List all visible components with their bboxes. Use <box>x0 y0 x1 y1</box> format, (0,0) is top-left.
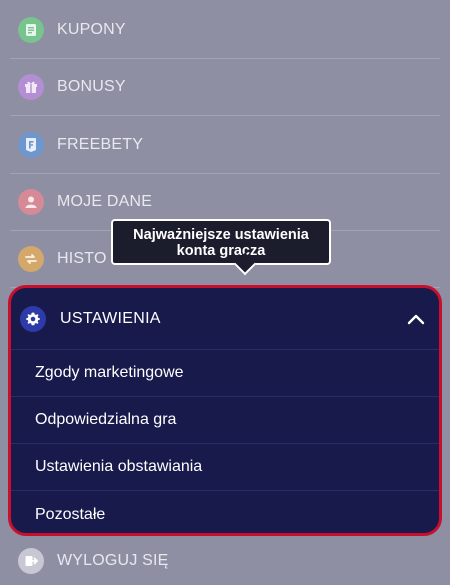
menu-item-freebety[interactable]: FREEBETY <box>10 117 440 174</box>
logout-icon <box>18 547 44 574</box>
settings-item-pozostale[interactable]: Pozostałe <box>11 491 439 533</box>
menu-item-logout[interactable]: WYLOGUJ SIĘ <box>10 532 440 585</box>
gift-icon <box>18 74 44 100</box>
settings-panel: USTAWIENIA Zgody marketingowe Odpowiedzi… <box>8 285 442 536</box>
menu-item-label: BONUSY <box>57 78 126 95</box>
menu-item-label: MOJE DANE <box>57 193 153 210</box>
tooltip-line-2: konta gracza <box>176 243 266 259</box>
tooltip-line-1: Najważniejsze ustawienia <box>133 227 309 243</box>
settings-item-zgody-marketingowe[interactable]: Zgody marketingowe <box>11 350 439 397</box>
menu-item-label: HISTO <box>57 250 107 267</box>
settings-item-ustawienia-obstawiania[interactable]: Ustawienia obstawiania <box>11 444 439 491</box>
user-icon <box>18 189 44 215</box>
menu-item-bonusy[interactable]: BONUSY <box>10 59 440 116</box>
chevron-up-icon[interactable] <box>407 313 425 325</box>
freebet-icon <box>18 132 44 158</box>
history-icon <box>18 246 44 272</box>
settings-label: USTAWIENIA <box>60 309 161 327</box>
settings-item-odpowiedzialna-gra[interactable]: Odpowiedzialna gra <box>11 397 439 444</box>
menu-item-kupony[interactable]: KUPONY <box>10 2 440 59</box>
settings-header[interactable]: USTAWIENIA <box>11 288 439 350</box>
menu-item-label: KUPONY <box>57 21 126 38</box>
coupon-icon <box>18 17 44 43</box>
menu-item-label: WYLOGUJ SIĘ <box>57 551 169 569</box>
menu-item-label: FREEBETY <box>57 136 144 153</box>
settings-tooltip: Najważniejsze ustawienia konta gracza <box>111 219 331 265</box>
gear-icon <box>20 305 46 332</box>
